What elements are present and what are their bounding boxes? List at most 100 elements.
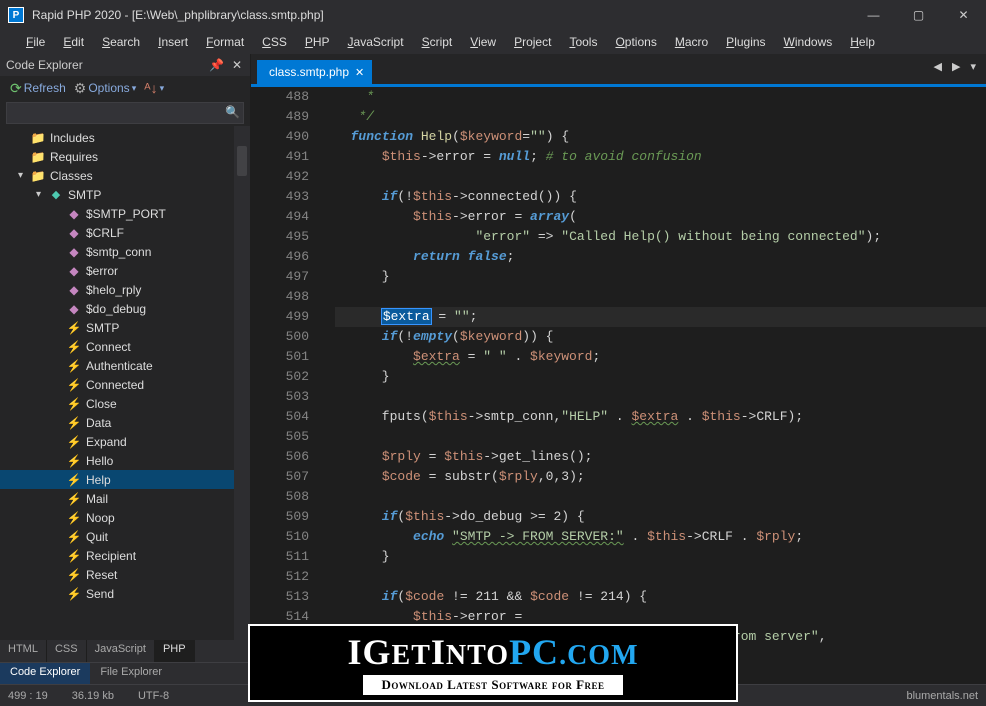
menu-tools[interactable]: Tools: [561, 33, 605, 51]
menu-edit[interactable]: Edit: [55, 33, 92, 51]
tree-item-smtpport[interactable]: ◆$SMTP_PORT: [0, 204, 250, 223]
refresh-button[interactable]: ⟳ Refresh: [6, 80, 70, 97]
file-tab-active[interactable]: class.smtp.php ✕: [257, 60, 372, 84]
code-line[interactable]: $extra = " " . $keyword;: [335, 347, 986, 367]
tree-arrow-icon[interactable]: ▾: [18, 170, 30, 181]
sort-button[interactable]: ᴬ↓ ▾: [140, 80, 168, 96]
code-line[interactable]: echo "SMTP -> FROM SERVER:" . $this->CRL…: [335, 527, 986, 547]
explorer-tab-code-explorer[interactable]: Code Explorer: [0, 663, 90, 684]
tree-item-noop[interactable]: ⚡Noop: [0, 508, 250, 527]
tree-item-reset[interactable]: ⚡Reset: [0, 565, 250, 584]
menu-view[interactable]: View: [462, 33, 504, 51]
code-line[interactable]: [335, 387, 986, 407]
menu-javascript[interactable]: JavaScript: [340, 33, 412, 51]
close-button[interactable]: ✕: [941, 0, 986, 30]
menu-options[interactable]: Options: [607, 33, 664, 51]
code-line[interactable]: if($this->do_debug >= 2) {: [335, 507, 986, 527]
code-line[interactable]: $this->error = null; # to avoid confusio…: [335, 147, 986, 167]
code-line[interactable]: if(!$this->connected()) {: [335, 187, 986, 207]
tab-menu-icon[interactable]: ▾: [966, 58, 980, 75]
code-line[interactable]: $code = substr($rply,0,3);: [335, 467, 986, 487]
lang-tab-javascript[interactable]: JavaScript: [87, 640, 155, 662]
code-line[interactable]: $this->error = array(: [335, 207, 986, 227]
menu-css[interactable]: CSS: [254, 33, 295, 51]
tree-item-label: Noop: [86, 511, 115, 525]
code-line[interactable]: [335, 167, 986, 187]
pin-icon[interactable]: 📌: [207, 58, 226, 72]
tree-item-smtp[interactable]: ▾◆SMTP: [0, 185, 250, 204]
code-line[interactable]: "error" => "Called Help() without being …: [335, 227, 986, 247]
code-editor[interactable]: 4884894904914924934944954964974984995005…: [251, 87, 986, 684]
code-line[interactable]: function Help($keyword="") {: [335, 127, 986, 147]
tree-item-label: Requires: [50, 150, 98, 164]
code-line[interactable]: if(!empty($keyword)) {: [335, 327, 986, 347]
code-line[interactable]: }: [335, 547, 986, 567]
line-number: 504: [251, 407, 309, 427]
lang-tab-css[interactable]: CSS: [47, 640, 87, 662]
tree-item-smtpconn[interactable]: ◆$smtp_conn: [0, 242, 250, 261]
tree-item-recipient[interactable]: ⚡Recipient: [0, 546, 250, 565]
tree-arrow-icon[interactable]: ▾: [36, 189, 48, 200]
menu-file[interactable]: File: [18, 33, 53, 51]
code-line[interactable]: */: [335, 107, 986, 127]
tree-item-quit[interactable]: ⚡Quit: [0, 527, 250, 546]
menu-script[interactable]: Script: [414, 33, 461, 51]
code-line[interactable]: [335, 487, 986, 507]
tree-item-helorply[interactable]: ◆$helo_rply: [0, 280, 250, 299]
options-button[interactable]: ⚙ Options ▾: [70, 80, 140, 97]
tab-next-icon[interactable]: ▶: [948, 58, 964, 75]
menu-macro[interactable]: Macro: [667, 33, 716, 51]
code-line[interactable]: fputs($this->smtp_conn,"HELP" . $extra .…: [335, 407, 986, 427]
menu-search[interactable]: Search: [94, 33, 148, 51]
tree-item-includes[interactable]: 📁Includes: [0, 128, 250, 147]
search-input[interactable]: [6, 102, 244, 124]
code-line[interactable]: [335, 287, 986, 307]
tree-item-authenticate[interactable]: ⚡Authenticate: [0, 356, 250, 375]
tree-item-classes[interactable]: ▾📁Classes: [0, 166, 250, 185]
tree-item-hello[interactable]: ⚡Hello: [0, 451, 250, 470]
tree-item-data[interactable]: ⚡Data: [0, 413, 250, 432]
menu-windows[interactable]: Windows: [776, 33, 841, 51]
menu-project[interactable]: Project: [506, 33, 559, 51]
menu-plugins[interactable]: Plugins: [718, 33, 773, 51]
code-line[interactable]: if($code != 211 && $code != 214) {: [335, 587, 986, 607]
code-line[interactable]: *: [335, 87, 986, 107]
tree-item-close[interactable]: ⚡Close: [0, 394, 250, 413]
panel-close-icon[interactable]: ✕: [230, 58, 244, 72]
menu-php[interactable]: PHP: [297, 33, 338, 51]
explorer-tab-file-explorer[interactable]: File Explorer: [90, 663, 172, 684]
lang-tab-html[interactable]: HTML: [0, 640, 47, 662]
tree-item-expand[interactable]: ⚡Expand: [0, 432, 250, 451]
code-line[interactable]: $extra = "";: [335, 307, 986, 327]
tree-item-mail[interactable]: ⚡Mail: [0, 489, 250, 508]
code-line[interactable]: $rply = $this->get_lines();: [335, 447, 986, 467]
maximize-button[interactable]: ▢: [896, 0, 941, 30]
tab-prev-icon[interactable]: ◀: [930, 58, 946, 75]
tree-item-send[interactable]: ⚡Send: [0, 584, 250, 603]
tree-item-dodebug[interactable]: ◆$do_debug: [0, 299, 250, 318]
tree-scrollbar[interactable]: [234, 126, 250, 640]
tree-item-crlf[interactable]: ◆$CRLF: [0, 223, 250, 242]
code-line[interactable]: [335, 427, 986, 447]
tree-item-help[interactable]: ⚡Help: [0, 470, 250, 489]
menu-insert[interactable]: Insert: [150, 33, 196, 51]
menu-help[interactable]: Help: [842, 33, 883, 51]
code-line[interactable]: [335, 567, 986, 587]
minimize-button[interactable]: —: [851, 0, 896, 30]
code-line[interactable]: return false;: [335, 247, 986, 267]
search-icon[interactable]: 🔍: [225, 105, 240, 119]
lang-tab-php[interactable]: PHP: [155, 640, 195, 662]
tree-item-label: $helo_rply: [86, 283, 141, 297]
line-number: 491: [251, 147, 309, 167]
tab-close-icon[interactable]: ✕: [355, 66, 364, 79]
tree-item-connected[interactable]: ⚡Connected: [0, 375, 250, 394]
tree-item-requires[interactable]: 📁Requires: [0, 147, 250, 166]
code-line[interactable]: }: [335, 267, 986, 287]
tree-item-error[interactable]: ◆$error: [0, 261, 250, 280]
tree-item-connect[interactable]: ⚡Connect: [0, 337, 250, 356]
code-line[interactable]: }: [335, 367, 986, 387]
menu-format[interactable]: Format: [198, 33, 252, 51]
code-content[interactable]: * */ function Help($keyword="") { $this-…: [327, 87, 986, 684]
tree-item-smtp[interactable]: ⚡SMTP: [0, 318, 250, 337]
brand-link[interactable]: blumentals.net: [906, 690, 978, 702]
